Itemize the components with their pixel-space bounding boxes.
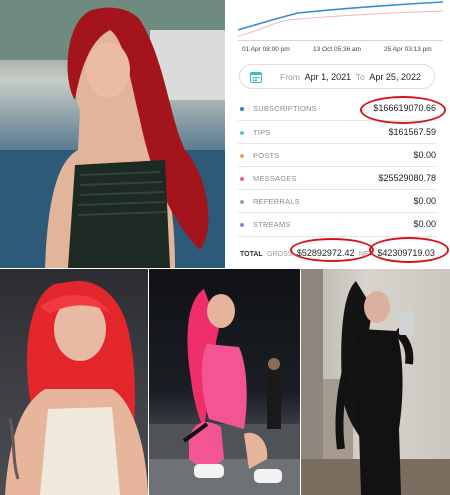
stat-value: $0.00 [413,150,436,160]
stat-value: $25529080.78 [378,173,436,183]
stat-row-referrals[interactable]: REFERRALS $0.00 [238,195,436,209]
calendar-icon [250,72,262,83]
stat-row-posts[interactable]: POSTS $0.00 [238,149,436,163]
date-to-value[interactable]: Apr 25, 2022 [369,72,421,82]
date-range-picker[interactable]: From Apr 1, 2021 To Apr 25, 2022 [239,64,435,89]
photo-bottom-right [301,269,450,495]
graph-baseline [238,40,443,41]
stat-row-tips[interactable]: TIPS $161567.59 [238,126,436,140]
highlight-ring-gross [290,238,374,262]
stat-label: MESSAGES [253,174,297,183]
stat-row-streams[interactable]: STREAMS $0.00 [238,218,436,232]
graph-axis-label-start: 01 Apr 08:00 pm [242,46,290,53]
tips-dot-icon [240,131,244,135]
stat-value: $161567.59 [388,127,436,137]
referrals-dot-icon [240,200,244,204]
divider [238,189,436,190]
photo-bottom-middle-illustration [149,289,300,495]
stat-label: STREAMS [253,220,291,229]
subscriptions-dot-icon [240,107,244,111]
divider [238,143,436,144]
highlight-ring-net [369,237,449,263]
total-label: TOTAL [240,251,263,258]
stat-label: SUBSCRIPTIONS [253,104,317,113]
stat-row-messages[interactable]: MESSAGES $25529080.78 [238,172,436,186]
posts-dot-icon [240,154,244,158]
date-range-text: From Apr 1, 2021 To Apr 25, 2022 [280,72,421,82]
date-to-label: To [355,72,365,82]
photo-bottom-right-illustration [301,269,450,495]
graph-axis-label-end: 25 Apr 03:13 pm [384,46,432,53]
photo-bottom-middle [149,269,300,495]
graph-axis-label-middle: 13 Oct 05:36 am [313,46,362,53]
date-from-value[interactable]: Apr 1, 2021 [305,72,352,82]
divider [238,166,436,167]
streams-dot-icon [240,223,244,227]
stat-label: POSTS [253,151,280,160]
photo-top-left-illustration [0,0,225,268]
photo-bottom-left [0,269,148,495]
date-from-label: From [280,72,300,82]
earnings-statistics-panel: 01 Apr 08:00 pm 13 Oct 05:36 am 25 Apr 0… [226,0,450,268]
stat-value: $0.00 [413,196,436,206]
messages-dot-icon [240,177,244,181]
photo-bottom-left-illustration [5,280,148,495]
divider [238,212,436,213]
stat-label: TIPS [253,128,271,137]
highlight-ring-subscriptions [360,96,446,124]
earnings-graph [238,1,443,37]
stat-label: REFERRALS [253,197,300,206]
gross-label: GROSS [267,251,293,258]
stat-value: $0.00 [413,219,436,229]
photo-top-left [0,0,225,268]
